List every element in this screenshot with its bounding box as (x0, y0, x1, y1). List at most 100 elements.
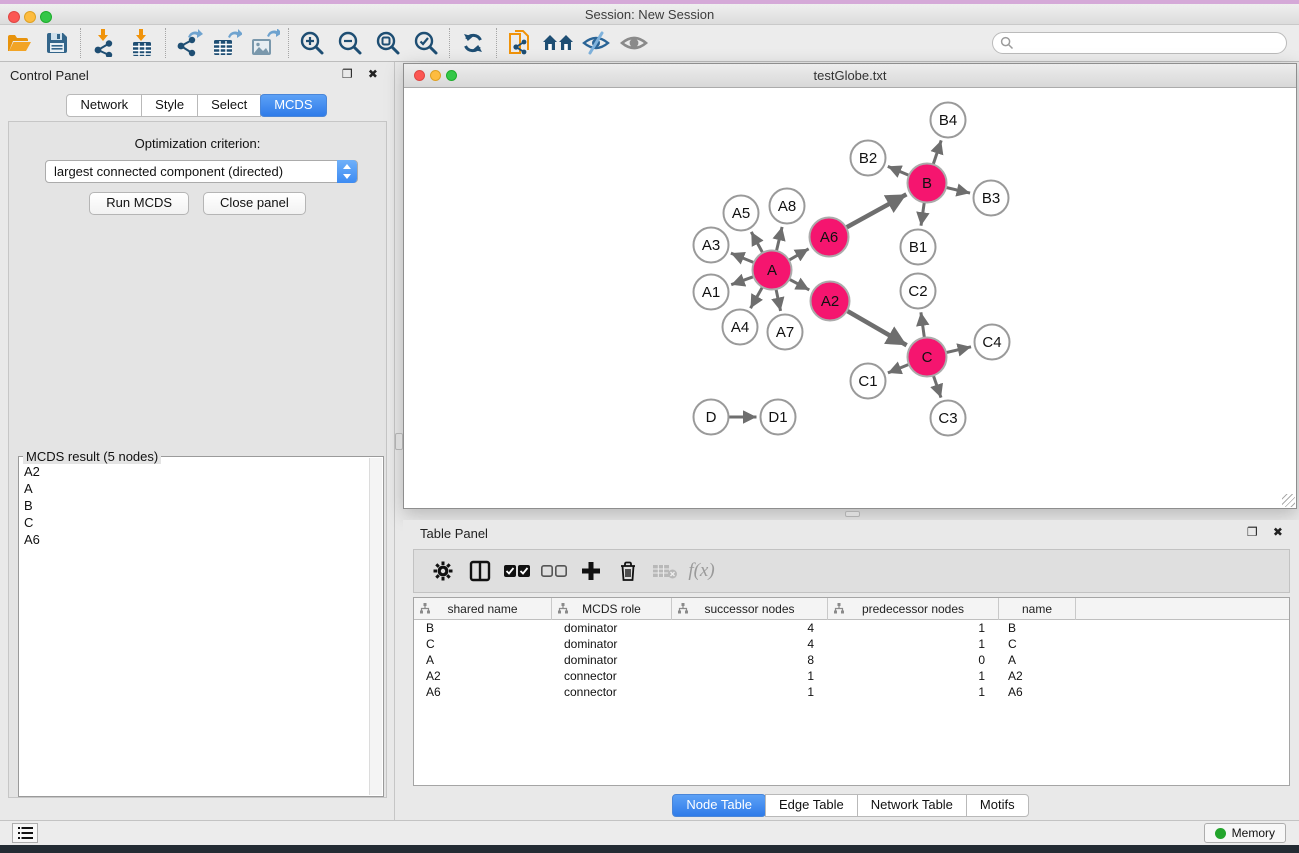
cell-MCDS-role[interactable]: dominator (552, 652, 672, 668)
result-item[interactable]: B (20, 497, 369, 514)
export-image-icon[interactable] (246, 27, 284, 59)
network-window-titlebar[interactable]: testGlobe.txt (404, 64, 1296, 88)
graph-node-B1[interactable]: B1 (901, 230, 936, 265)
graph-node-C4[interactable]: C4 (975, 325, 1010, 360)
memory-button[interactable]: Memory (1204, 823, 1286, 843)
add-row-icon[interactable] (572, 554, 609, 588)
duplicate-network-icon[interactable] (501, 27, 539, 59)
cell-predecessor-nodes[interactable]: 0 (828, 652, 999, 668)
zoom-in-icon[interactable] (293, 27, 331, 59)
cell-shared-name[interactable]: A2 (414, 668, 552, 684)
network-close-light[interactable] (414, 70, 425, 81)
network-graph-canvas[interactable]: AA1A2A3A4A5A6A7A8BB1B2B3B4CC1C2C3C4DD1 (404, 88, 1296, 507)
column-header-predecessor-nodes[interactable]: predecessor nodes (828, 598, 999, 620)
cell-successor-nodes[interactable]: 1 (672, 684, 828, 700)
cell-shared-name[interactable]: B (414, 620, 552, 636)
function-builder-icon[interactable]: f(x) (683, 554, 720, 588)
criterion-dropdown[interactable]: largest connected component (directed) (45, 160, 358, 183)
cell-shared-name[interactable]: A (414, 652, 552, 668)
panel-window-icons[interactable]: ❐ ✖ (342, 67, 384, 81)
close-traffic-light[interactable] (8, 11, 20, 23)
tab-select[interactable]: Select (197, 94, 261, 117)
tab-mcds[interactable]: MCDS (260, 94, 326, 117)
cell-MCDS-role[interactable]: connector (552, 668, 672, 684)
import-table-icon[interactable] (123, 27, 161, 59)
graph-node-C1[interactable]: C1 (851, 364, 886, 399)
cell-successor-nodes[interactable]: 4 (672, 620, 828, 636)
close-panel-button[interactable]: Close panel (203, 192, 306, 215)
cell-predecessor-nodes[interactable]: 1 (828, 684, 999, 700)
cell-predecessor-nodes[interactable]: 1 (828, 668, 999, 684)
zoom-fit-icon[interactable] (369, 27, 407, 59)
import-network-icon[interactable] (85, 27, 123, 59)
graph-node-A7[interactable]: A7 (768, 315, 803, 350)
zoom-traffic-light[interactable] (40, 11, 52, 23)
tab-network[interactable]: Network (66, 94, 142, 117)
column-header-name[interactable]: name (999, 598, 1076, 620)
graph-node-A8[interactable]: A8 (770, 189, 805, 224)
minimize-traffic-light[interactable] (24, 11, 36, 23)
column-header-successor-nodes[interactable]: successor nodes (672, 598, 828, 620)
table-row[interactable]: Adominator80A (414, 652, 1289, 668)
cell-MCDS-role[interactable]: dominator (552, 636, 672, 652)
cell-name[interactable]: A (999, 652, 1076, 668)
column-header-MCDS-role[interactable]: MCDS role (552, 598, 672, 620)
graph-node-A6[interactable]: A6 (810, 218, 849, 257)
horizontal-splitter-thumb[interactable] (845, 511, 860, 517)
select-all-icon[interactable] (498, 554, 535, 588)
delete-table-icon[interactable] (646, 554, 683, 588)
task-history-button[interactable] (12, 823, 38, 843)
cell-name[interactable]: C (999, 636, 1076, 652)
cell-shared-name[interactable]: C (414, 636, 552, 652)
graph-node-A2[interactable]: A2 (811, 282, 850, 321)
cell-successor-nodes[interactable]: 8 (672, 652, 828, 668)
table-settings-icon[interactable] (424, 554, 461, 588)
result-item[interactable]: C (20, 514, 369, 531)
tab-style[interactable]: Style (141, 94, 198, 117)
zoom-out-icon[interactable] (331, 27, 369, 59)
graph-node-C[interactable]: C (908, 338, 947, 377)
zoom-selected-icon[interactable] (407, 27, 445, 59)
graph-node-D[interactable]: D (694, 400, 729, 435)
panel-window-icons[interactable]: ❐ ✖ (1247, 525, 1289, 539)
graph-node-A3[interactable]: A3 (694, 228, 729, 263)
cell-shared-name[interactable]: A6 (414, 684, 552, 700)
search-box[interactable] (992, 32, 1287, 54)
export-table-icon[interactable] (208, 27, 246, 59)
first-neighbors-icon[interactable] (539, 27, 577, 59)
graph-node-B4[interactable]: B4 (931, 103, 966, 138)
save-session-icon[interactable] (38, 27, 76, 59)
cell-name[interactable]: A6 (999, 684, 1076, 700)
result-item[interactable]: A2 (20, 463, 369, 480)
graph-node-B[interactable]: B (908, 164, 947, 203)
refresh-icon[interactable] (454, 27, 492, 59)
cell-predecessor-nodes[interactable]: 1 (828, 620, 999, 636)
result-item[interactable]: A (20, 480, 369, 497)
result-scrollbar[interactable] (369, 458, 382, 795)
graph-node-B3[interactable]: B3 (974, 181, 1009, 216)
graph-node-D1[interactable]: D1 (761, 400, 796, 435)
graph-node-C2[interactable]: C2 (901, 274, 936, 309)
tab-node-table[interactable]: Node Table (672, 794, 766, 817)
search-input[interactable] (1014, 34, 1286, 52)
show-columns-icon[interactable] (461, 554, 498, 588)
graph-node-C3[interactable]: C3 (931, 401, 966, 436)
table-row[interactable]: Cdominator41C (414, 636, 1289, 652)
table-row[interactable]: A2connector11A2 (414, 668, 1289, 684)
cell-name[interactable]: B (999, 620, 1076, 636)
cell-predecessor-nodes[interactable]: 1 (828, 636, 999, 652)
graph-node-A1[interactable]: A1 (694, 275, 729, 310)
show-all-icon[interactable] (615, 27, 653, 59)
open-session-icon[interactable] (0, 27, 38, 59)
network-minimize-light[interactable] (430, 70, 441, 81)
tab-edge-table[interactable]: Edge Table (765, 794, 858, 817)
delete-selected-icon[interactable] (609, 554, 646, 588)
export-network-icon[interactable] (170, 27, 208, 59)
graph-node-A4[interactable]: A4 (723, 310, 758, 345)
cell-successor-nodes[interactable]: 4 (672, 636, 828, 652)
network-zoom-light[interactable] (446, 70, 457, 81)
cell-name[interactable]: A2 (999, 668, 1076, 684)
tab-network-table[interactable]: Network Table (857, 794, 967, 817)
table-row[interactable]: A6connector11A6 (414, 684, 1289, 700)
run-mcds-button[interactable]: Run MCDS (89, 192, 189, 215)
